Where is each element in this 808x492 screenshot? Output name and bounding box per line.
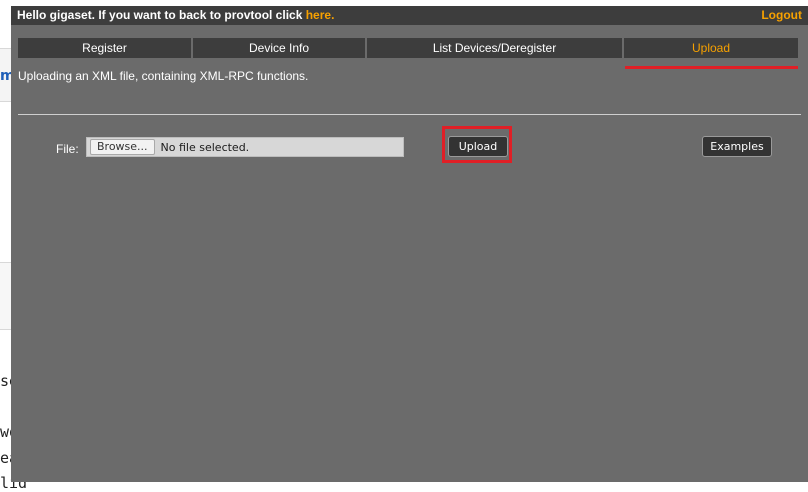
examples-button[interactable]: Examples <box>702 136 772 157</box>
active-tab-indicator <box>625 66 798 69</box>
tab-list-devices[interactable]: List Devices/Deregister <box>367 38 624 58</box>
greeting-text: Hello gigaset. If you want to back to pr… <box>17 8 306 22</box>
tab-register[interactable]: Register <box>18 38 193 58</box>
upload-description: Uploading an XML file, containing XML-RP… <box>18 69 309 83</box>
browse-button[interactable]: Browse... <box>90 139 155 155</box>
divider <box>18 114 801 115</box>
logout-link[interactable]: Logout <box>761 6 802 25</box>
file-label: File: <box>56 142 79 156</box>
top-bar: Hello gigaset. If you want to back to pr… <box>11 6 808 25</box>
provtool-window: Hello gigaset. If you want to back to pr… <box>11 6 808 482</box>
tab-upload[interactable]: Upload <box>624 38 798 58</box>
tab-device-info[interactable]: Device Info <box>193 38 367 58</box>
upload-button[interactable]: Upload <box>448 136 508 157</box>
file-status: No file selected. <box>160 140 250 154</box>
tab-bar: Register Device Info List Devices/Deregi… <box>18 38 798 58</box>
here-link[interactable]: here. <box>306 8 335 22</box>
file-input[interactable]: Browse... No file selected. <box>86 137 404 157</box>
